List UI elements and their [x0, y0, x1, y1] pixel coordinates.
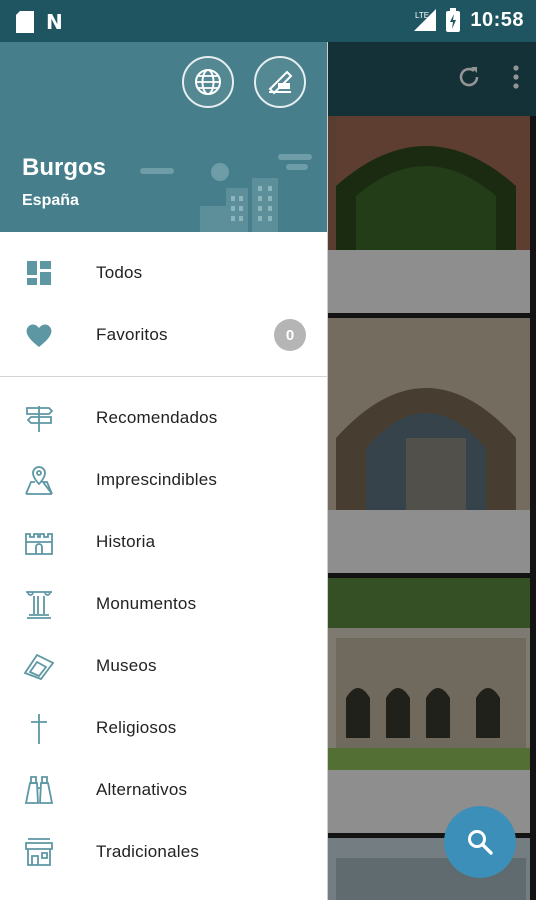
signal-icon: LTE — [414, 9, 437, 31]
menu-item-label: Monumentos — [96, 594, 197, 613]
menu-item-museos[interactable]: Museos — [0, 635, 327, 697]
drawer-menu: Todos Favoritos 0 Recomendados Imprescin… — [0, 232, 327, 883]
menu-item-label: Todos — [96, 263, 143, 282]
drawer-header: Burgos España — [0, 42, 327, 232]
search-fab[interactable] — [444, 806, 516, 878]
menu-item-label: Religiosos — [96, 718, 177, 737]
menu-item-monumentos[interactable]: Monumentos — [0, 573, 327, 635]
menu-item-label: Favoritos — [96, 325, 168, 344]
n-notification-icon: N — [46, 10, 63, 34]
country-name: España — [22, 192, 79, 209]
menu-item-historia[interactable]: Historia — [0, 511, 327, 573]
city-name: Burgos — [22, 154, 106, 181]
menu-item-tradicionales[interactable]: Tradicionales — [0, 821, 327, 883]
menu-item-religiosos[interactable]: Religiosos — [0, 697, 327, 759]
menu-item-label: Imprescindibles — [96, 470, 218, 489]
menu-item-favoritos[interactable]: Favoritos 0 — [0, 304, 327, 366]
menu-item-imprescindibles[interactable]: Imprescindibles — [0, 449, 327, 511]
battery-icon — [446, 8, 461, 32]
menu-item-label: Alternativos — [96, 780, 188, 799]
painting-icon — [22, 650, 56, 682]
menu-divider — [0, 376, 327, 377]
status-bar: N LTE 10:58 — [0, 0, 536, 42]
globe-icon — [195, 69, 221, 95]
skyline-illustration — [140, 154, 312, 232]
search-icon — [468, 830, 493, 855]
menu-item-label: Museos — [96, 656, 157, 675]
heart-icon — [22, 319, 56, 351]
cross-icon — [22, 712, 56, 744]
favorites-count-badge: 0 — [274, 319, 306, 351]
menu-item-label: Historia — [96, 532, 156, 551]
menu-item-recomendados[interactable]: Recomendados — [0, 387, 327, 449]
language-button[interactable] — [182, 56, 234, 108]
menu-item-alternativos[interactable]: Alternativos — [0, 759, 327, 821]
edit-icon — [268, 70, 293, 95]
signpost-icon — [22, 402, 56, 434]
refresh-icon[interactable] — [456, 64, 482, 90]
map-pin-icon — [22, 464, 56, 496]
binoculars-icon — [22, 774, 56, 806]
sd-card-icon — [16, 11, 34, 33]
network-label: LTE — [415, 11, 429, 20]
shop-icon — [22, 836, 56, 868]
more-vert-icon[interactable] — [512, 64, 520, 90]
castle-icon — [22, 526, 56, 558]
menu-item-label: Recomendados — [96, 408, 218, 427]
status-time: 10:58 — [470, 8, 524, 31]
menu-item-label: Tradicionales — [96, 842, 200, 861]
column-icon — [22, 588, 56, 620]
menu-item-todos[interactable]: Todos — [0, 242, 327, 304]
navigation-drawer: Burgos España Todos Favoritos 0 Recomend… — [0, 42, 328, 900]
dashboard-icon — [22, 257, 56, 289]
edit-button[interactable] — [254, 56, 306, 108]
